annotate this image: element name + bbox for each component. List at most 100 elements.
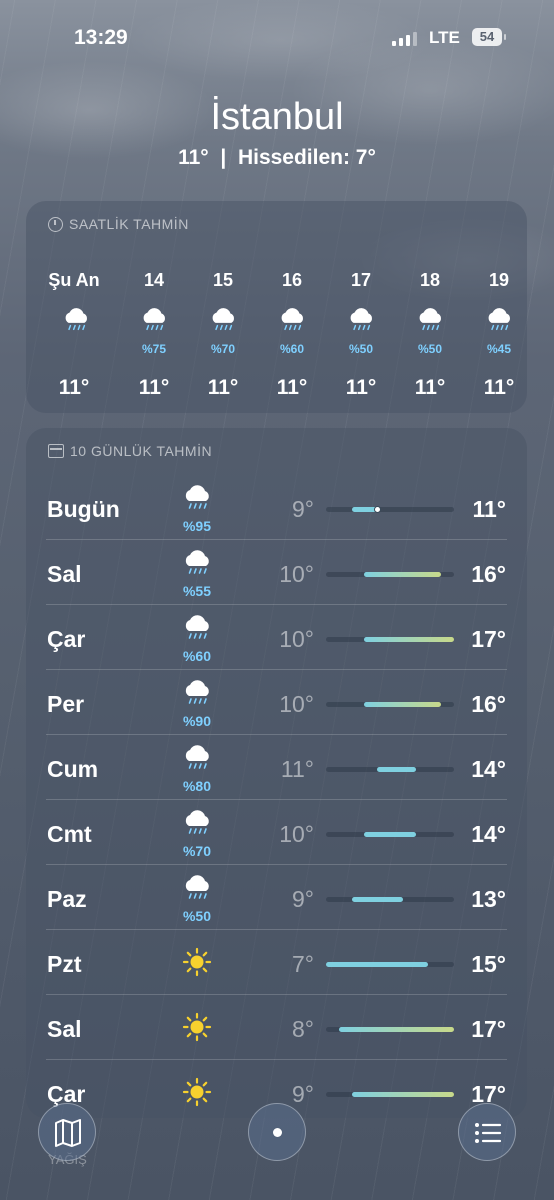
hour-precip: %45 — [486, 342, 512, 356]
hour-temp: 11° — [58, 376, 90, 399]
daily-forecast-title: 10 GÜNLÜK TAHMİN — [48, 443, 212, 459]
daily-row[interactable]: Pzt 7° 15° — [26, 931, 527, 995]
rain-cloud-icon — [488, 308, 510, 331]
daily-row[interactable]: Per %90 10° 16° — [26, 671, 527, 735]
day-icon — [180, 614, 214, 648]
temp-range-bar — [364, 702, 442, 707]
daily-row[interactable]: Sal %55 10° 16° — [26, 541, 527, 605]
hour-icon — [60, 307, 92, 339]
map-button[interactable] — [38, 1103, 96, 1161]
day-name: Çar — [47, 626, 86, 652]
hour-precip: %50 — [417, 342, 443, 356]
temp-range-bar — [351, 897, 403, 902]
temp-range-track — [326, 897, 454, 902]
day-name: Paz — [47, 886, 87, 912]
current-location-button[interactable] — [248, 1103, 306, 1161]
rain-cloud-icon — [419, 308, 441, 331]
day-low: 7° — [292, 951, 314, 977]
hour-label: 17 — [350, 270, 372, 290]
day-name: Pzt — [47, 951, 82, 977]
daily-row[interactable]: Çar %60 10° 17° — [26, 606, 527, 670]
battery-icon: 54 — [472, 28, 506, 46]
daily-forecast-card[interactable]: 10 GÜNLÜK TAHMİN Bugün %95 9° 11° Sal %55 10° 1… — [26, 428, 527, 1118]
rain-cloud-icon — [185, 745, 209, 769]
temp-range-track — [326, 767, 454, 772]
hour-icon — [414, 307, 446, 339]
rain-cloud-icon — [350, 308, 372, 331]
temp-range-bar — [364, 572, 442, 577]
temp-range-bar — [364, 832, 416, 837]
sun-icon — [182, 1077, 212, 1107]
day-icon — [182, 947, 212, 982]
hour-column: 18 %50 11° — [400, 201, 460, 413]
day-low: 10° — [279, 561, 314, 587]
hour-label: 19 — [488, 270, 510, 290]
hour-column: 16 %60 11° — [262, 201, 322, 413]
day-name: Cum — [47, 756, 99, 782]
temp-range-bar — [364, 637, 454, 642]
day-high: 15° — [471, 951, 506, 977]
daily-row[interactable]: Bugün %95 9° 11° — [26, 476, 527, 540]
city-list-button[interactable] — [458, 1103, 516, 1161]
hour-label: Şu An — [48, 270, 100, 290]
network-type: LTE — [429, 28, 460, 47]
rain-cloud-icon — [185, 680, 209, 704]
day-precip: %90 — [182, 713, 212, 729]
day-precip: %70 — [182, 843, 212, 859]
day-high: 16° — [471, 561, 506, 587]
day-low: 10° — [279, 626, 314, 652]
hour-label: 15 — [212, 270, 234, 290]
signal-icon — [392, 32, 417, 46]
status-time: 13:29 — [74, 26, 128, 49]
daily-row[interactable]: Paz %50 9° 13° — [26, 866, 527, 930]
day-name: Bugün — [47, 496, 120, 522]
hour-column: 17 %50 11° — [331, 201, 391, 413]
rain-cloud-icon — [185, 810, 209, 834]
list-icon — [475, 1123, 502, 1143]
day-low: 11° — [280, 756, 314, 782]
current-location-dot-icon — [273, 1128, 282, 1137]
day-icon — [180, 809, 214, 843]
temp-range-bar — [377, 767, 416, 772]
temp-range-track — [326, 1092, 454, 1097]
day-precip: %55 — [182, 583, 212, 599]
day-high: 11° — [472, 496, 506, 522]
hourly-forecast-card[interactable]: SAATLİK TAHMİN Şu An 11° 14 %75 11° 15 %70 11° 1… — [26, 201, 527, 413]
row-divider — [46, 734, 507, 735]
hour-label: 14 — [143, 270, 165, 290]
day-precip: %50 — [182, 908, 212, 924]
row-divider — [46, 1059, 507, 1060]
rain-cloud-icon — [143, 308, 165, 331]
row-divider — [46, 994, 507, 995]
day-icon — [180, 744, 214, 778]
status-bar: 13:29 LTE 54 — [0, 24, 554, 54]
temp-range-track — [326, 702, 454, 707]
hour-column: 14 %75 11° — [124, 201, 184, 413]
rain-cloud-icon — [185, 485, 209, 509]
temp-range-bar — [338, 1027, 454, 1032]
hour-precip: %75 — [141, 342, 167, 356]
hour-precip: %60 — [279, 342, 305, 356]
daily-row[interactable]: Sal 8° 17° — [26, 996, 527, 1060]
rain-cloud-icon — [185, 615, 209, 639]
row-divider — [46, 799, 507, 800]
day-icon — [182, 1077, 212, 1112]
temp-range-track — [326, 572, 454, 577]
day-low: 9° — [292, 1081, 314, 1107]
hour-column: Şu An 11° — [44, 201, 104, 413]
daily-title-text: 10 GÜNLÜK TAHMİN — [70, 443, 213, 459]
hour-icon — [345, 307, 377, 339]
hour-column: 15 %70 11° — [193, 201, 253, 413]
hour-icon — [483, 307, 515, 339]
row-divider — [46, 669, 507, 670]
row-divider — [46, 864, 507, 865]
rain-cloud-icon — [212, 308, 234, 331]
day-low: 9° — [292, 886, 314, 912]
day-high: 14° — [471, 821, 506, 847]
daily-row[interactable]: Cmt %70 10° 14° — [26, 801, 527, 865]
day-high: 17° — [471, 626, 506, 652]
rain-cloud-icon — [281, 308, 303, 331]
temp-range-bar — [351, 1092, 454, 1097]
daily-row[interactable]: Cum %80 11° 14° — [26, 736, 527, 800]
hour-label: 18 — [419, 270, 441, 290]
